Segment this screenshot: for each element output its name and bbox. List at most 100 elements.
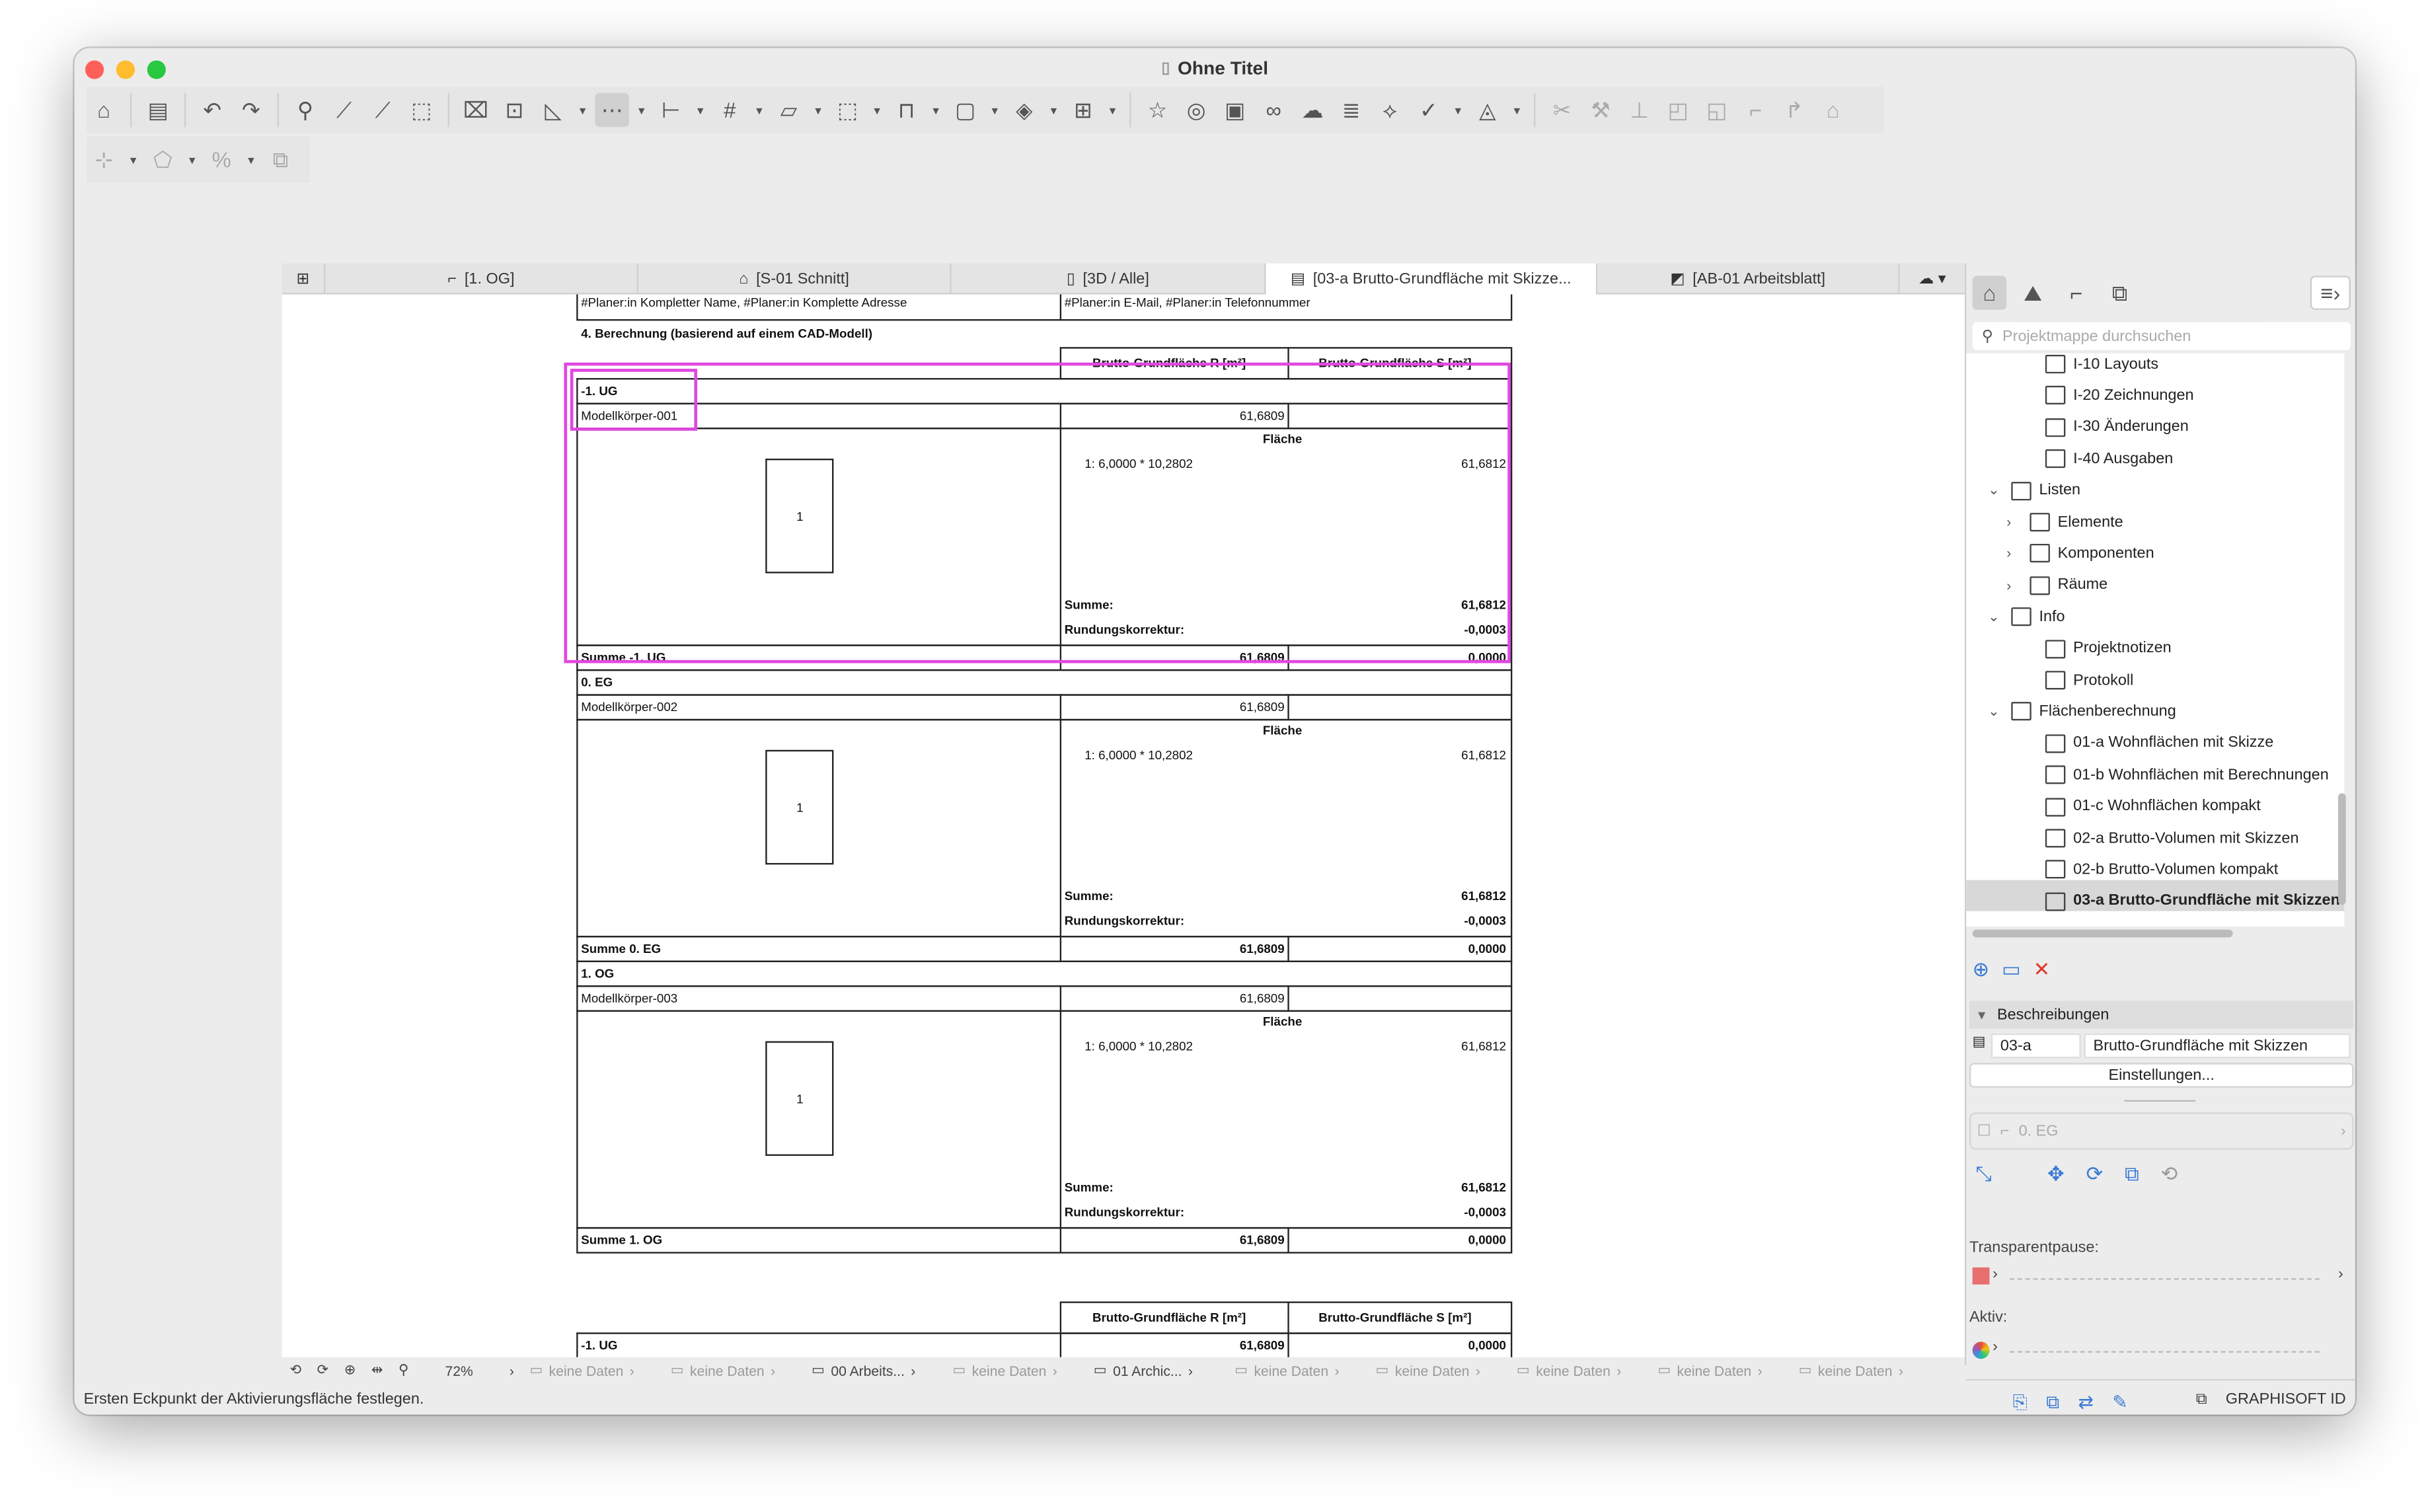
measure-icon[interactable]: ⊡: [498, 93, 532, 128]
chevron-down-icon[interactable]: ▾: [1509, 93, 1525, 128]
description-id-field[interactable]: 03-a: [1991, 1033, 2081, 1059]
transfer-icon[interactable]: ⬚: [404, 93, 439, 128]
chevron-down-icon[interactable]: ▾: [928, 93, 943, 128]
tree-item[interactable]: 03-a Brutto-Grundfläche mit Skizzen: [2022, 886, 2340, 917]
add-point-icon[interactable]: ⊹: [87, 143, 121, 177]
layer-icon[interactable]: ▢: [948, 93, 983, 128]
status-item[interactable]: ▭ keine Daten ›: [1509, 1362, 1650, 1379]
settings-button[interactable]: Einstellungen...: [1969, 1063, 2354, 1088]
description-name-field[interactable]: Brutto-Grundfläche mit Skizzen: [2084, 1033, 2351, 1059]
chevron-down-icon[interactable]: ▾: [693, 93, 708, 128]
tree-item[interactable]: 01-b Wohnflächen mit Berechnungen: [2022, 759, 2329, 790]
plane-icon[interactable]: ▱: [772, 93, 806, 128]
chevron-down-icon[interactable]: ▾: [243, 143, 258, 177]
chevron-down-icon[interactable]: ▾: [1451, 93, 1466, 128]
tree-item[interactable]: ⌄ Listen: [1988, 475, 2080, 506]
zoom-level[interactable]: 72%: [416, 1363, 502, 1378]
minimize-window-button[interactable]: [116, 60, 135, 79]
tree-item[interactable]: I-20 Zeichnungen: [2022, 380, 2194, 411]
move-icon[interactable]: ✥: [2047, 1162, 2065, 1187]
copy-icon[interactable]: ⧉: [264, 143, 298, 177]
percent-icon[interactable]: %: [204, 143, 239, 177]
project-map-icon[interactable]: ⌂: [1972, 276, 2007, 310]
chevron-icon[interactable]: ›: [2006, 514, 2022, 529]
chevron-down-icon[interactable]: ▾: [1105, 93, 1120, 128]
redo-icon[interactable]: ↷: [234, 93, 268, 128]
syringe-icon[interactable]: ⟋: [365, 93, 400, 128]
layer-selector[interactable]: ☐ ⌐ 0. EG ›: [1969, 1112, 2354, 1150]
transform-icon[interactable]: ⤡: [1975, 1162, 1991, 1187]
scissors-icon[interactable]: ✂: [1545, 93, 1579, 128]
zoom-in-icon[interactable]: ⊕: [336, 1362, 363, 1379]
chevron-right-icon[interactable]: ›: [2338, 1266, 2343, 1283]
tree-scrollbar[interactable]: [2338, 793, 2346, 905]
chevron-down-icon[interactable]: ▾: [987, 93, 1003, 128]
navigator-search[interactable]: ⚲ Projektmappe durchsuchen: [1972, 322, 2351, 350]
rotate-icon[interactable]: ⟳: [2086, 1162, 2104, 1187]
chevron-icon[interactable]: ⌄: [1988, 703, 2003, 720]
tree-item[interactable]: Protokoll: [2022, 665, 2133, 696]
chevron-down-icon[interactable]: ▾: [810, 93, 825, 128]
suspend-groups-icon[interactable]: ⬚: [831, 93, 865, 128]
tab-worksheet[interactable]: ◩ [AB-01 Arbeitsblatt]: [1597, 263, 1900, 295]
rotate-right-icon[interactable]: ⟳: [309, 1362, 336, 1379]
tree-item[interactable]: 02-b Brutto-Volumen kompakt: [2022, 854, 2278, 886]
mirror-icon[interactable]: ⧉: [2125, 1162, 2139, 1187]
undo-icon[interactable]: ↶: [195, 93, 229, 128]
home-icon[interactable]: ⌂: [87, 93, 121, 128]
chevron-down-icon[interactable]: ▾: [1046, 93, 1061, 128]
hammer-icon[interactable]: ⚒: [1583, 93, 1618, 128]
chevron-icon[interactable]: ⌄: [1988, 609, 2003, 626]
link-icon[interactable]: ∞: [1256, 93, 1291, 128]
tree-item[interactable]: › Komponenten: [2006, 538, 2154, 569]
status-item[interactable]: ▭ keine Daten ›: [1227, 1362, 1367, 1379]
tab-floor-plan[interactable]: ⌐ [1. OG]: [325, 263, 638, 295]
angle-icon[interactable]: ◺: [536, 93, 570, 128]
list-icon[interactable]: ≣: [1334, 93, 1369, 128]
tree-item[interactable]: 02-a Brutto-Volumen mit Skizzen: [2022, 823, 2299, 854]
checklist-icon[interactable]: ✓: [1412, 93, 1446, 128]
selection-highlight-small[interactable]: [570, 369, 698, 431]
status-item[interactable]: ▭ keine Daten ›: [522, 1362, 663, 1379]
snap-guides-icon[interactable]: ⋯: [595, 93, 629, 128]
tag-icon[interactable]: ⟡: [1373, 93, 1407, 128]
status-item[interactable]: ▭ keine Daten ›: [945, 1362, 1086, 1379]
graphisoft-id-link[interactable]: GRAPHISOFT ID: [2226, 1390, 2346, 1408]
active-slider[interactable]: [2009, 1351, 2320, 1353]
render-icon[interactable]: ◎: [1179, 93, 1213, 128]
status-item[interactable]: ▭ 00 Arbeits... ›: [804, 1362, 944, 1379]
status-item[interactable]: ▭ keine Daten ›: [1650, 1362, 1790, 1379]
zoom-icon[interactable]: ⚲: [391, 1362, 416, 1379]
lock-icon[interactable]: ⊓: [890, 93, 924, 128]
chevron-down-icon[interactable]: ▾: [126, 143, 141, 177]
trim-icon[interactable]: ⌧: [459, 93, 493, 128]
zoom-window-button[interactable]: [147, 60, 166, 79]
curve-icon[interactable]: ↱: [1777, 93, 1811, 128]
chevron-down-icon[interactable]: ▾: [575, 93, 590, 128]
publisher-icon[interactable]: ⧉: [2103, 276, 2137, 310]
tree-item[interactable]: ⌄ Flächenberechnung: [1988, 697, 2176, 728]
panel-menu-button[interactable]: ≡›: [2310, 276, 2351, 310]
chevron-icon[interactable]: ⌄: [1988, 482, 2003, 499]
color-wheel-icon[interactable]: [1972, 1342, 1990, 1359]
fit-width-icon[interactable]: ⇹: [363, 1362, 391, 1379]
eyedropper-icon[interactable]: ⟋: [327, 93, 361, 128]
corner-icon[interactable]: ⌐: [1739, 93, 1773, 128]
construction-lines-icon[interactable]: ⊢: [654, 93, 688, 128]
rotate-left-icon[interactable]: ⟲: [282, 1362, 309, 1379]
close-window-button[interactable]: [85, 60, 104, 79]
selection-highlight[interactable]: [564, 362, 1511, 663]
chevron-down-icon[interactable]: ▾: [751, 93, 767, 128]
chevron-down-icon[interactable]: ▾: [869, 93, 884, 128]
chevron-icon[interactable]: ›: [2006, 546, 2022, 561]
grid-icon[interactable]: #: [713, 93, 747, 128]
refresh-icon[interactable]: ⟲: [2161, 1162, 2178, 1187]
save-icon[interactable]: ▤: [141, 93, 175, 128]
chevron-right-icon[interactable]: ›: [502, 1363, 521, 1378]
color-swatch[interactable]: [1972, 1267, 1990, 1285]
tree-item[interactable]: 01-a Wohnflächen mit Skizze: [2022, 728, 2273, 759]
delete-icon[interactable]: ✕: [2033, 958, 2051, 983]
picture-icon[interactable]: ▣: [1218, 93, 1252, 128]
frame2-icon[interactable]: ◱: [1700, 93, 1734, 128]
tree-item[interactable]: ⌄ Info: [1988, 601, 2065, 632]
